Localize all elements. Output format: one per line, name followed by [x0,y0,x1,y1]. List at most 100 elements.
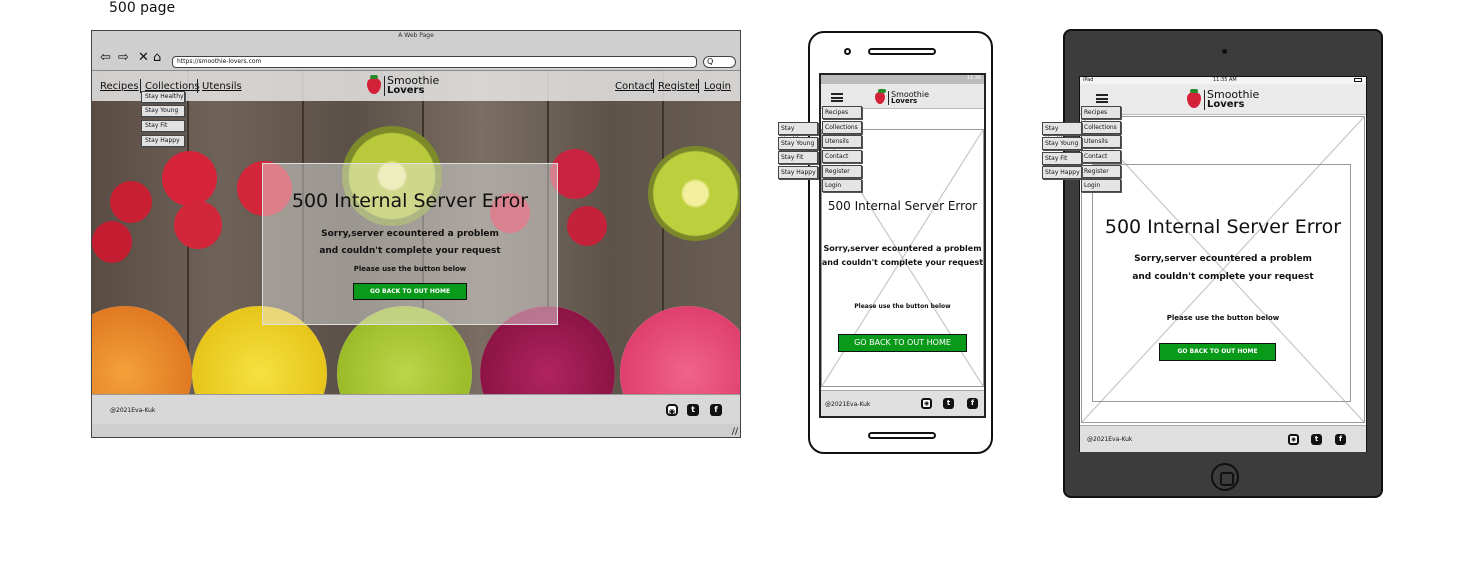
dropdown-stay-healthy[interactable]: Stay Healthy [141,91,185,103]
forward-icon[interactable]: ⇨ [118,51,129,65]
dropdown-stay-happy[interactable]: Stay Happy [141,135,185,147]
instruction-text: Please use the button below [854,303,951,310]
facebook-icon[interactable]: f [967,398,978,409]
hamburger-menu-icon[interactable] [1096,94,1108,103]
tablet-submenu-stay-happy[interactable]: Stay Happy [1042,166,1082,179]
tablet-submenu-stay-young[interactable]: Stay Young [1042,137,1082,150]
phone-menu-utensils[interactable]: Utensils [822,135,862,148]
tablet-mockup: iPad 11:35 AM Smoothie Lovers 500 Interna… [1063,29,1383,498]
instruction-text: Please use the button below [353,265,467,273]
phone-submenu-stay-fit[interactable]: Stay Fit [778,151,818,164]
nav-contact-link[interactable]: Contact [615,81,654,92]
close-icon[interactable]: ✕ [138,51,149,65]
phone-submenu-stay-healthy[interactable]: Stay Healthy [778,122,818,143]
window-title: A Web Page [398,32,434,39]
twitter-icon[interactable]: t [687,404,699,416]
phone-logo[interactable]: Smoothie Lovers [875,89,929,105]
go-home-button[interactable]: GO BACK TO OUT HOME [838,334,967,352]
error-line1: Sorry,server ecountered a problem [321,229,499,239]
home-button-icon[interactable] [1211,463,1239,491]
error-line2: and couldn't complete your request [821,258,984,267]
logo-line2: Lovers [387,85,425,96]
phone-submenu-stay-young[interactable]: Stay Young [778,137,818,150]
error-line1: Sorry,server ecountered a problem [1134,254,1312,264]
home-icon[interactable]: ⌂ [153,51,161,65]
logo-line2: Lovers [1207,99,1245,110]
url-input[interactable]: https://smoothie-lovers.com [172,56,697,68]
battery-icon [1354,78,1362,82]
instagram-icon[interactable]: ◉ [921,398,932,409]
twitter-icon[interactable]: t [943,398,954,409]
phone-menu-collections[interactable]: Collections [822,121,862,134]
site-header: Recipes Collections Utensils Smoothie Lov… [92,71,740,101]
error-line1: Sorry,server ecountered a problem [823,244,982,253]
copyright-text: @2021Eva-Kuk [1087,436,1133,443]
browser-toolbar: ⇦ ⇨ ✕ ⌂ https://smoothie-lovers.com Q [92,41,740,71]
facebook-icon[interactable]: f [710,404,722,416]
strawberry-logo-icon [875,89,886,104]
strawberry-image [110,181,152,223]
instagram-icon[interactable]: ◉ [1288,434,1299,445]
tablet-menu-login[interactable]: Login [1081,179,1121,192]
status-time: 11:35 AM [1213,77,1237,83]
hero-image: Recipes Collections Utensils Smoothie Lov… [92,71,740,394]
error-line2: and couldn't complete your request [1132,272,1314,282]
strawberry-image [162,151,217,206]
back-icon[interactable]: ⇦ [100,51,111,65]
tablet-status-bar: iPad 11:35 AM [1080,77,1366,84]
phone-menu-contact[interactable]: Contact [822,150,862,163]
phone-menu-register[interactable]: Register [822,165,862,178]
phone-footer: @2021Eva-Kuk ◉ t f [821,390,984,416]
strawberry-image [174,201,222,249]
error-panel: 500 Internal Server Error Sorry,server e… [262,163,558,325]
tablet-submenu-stay-healthy[interactable]: Stay Healthy [1042,122,1082,143]
tablet-menu-recipes[interactable]: Recipes [1081,106,1121,119]
nav-login-link[interactable]: Login [704,81,731,92]
error-line2: and couldn't complete your request [319,246,501,256]
tablet-menu-collections[interactable]: Collections [1081,121,1121,134]
instruction-text: Please use the button below [1166,314,1280,322]
phone-bottom-bar [868,432,936,439]
tablet-menu-register[interactable]: Register [1081,165,1121,178]
tablet-menu-contact[interactable]: Contact [1081,150,1121,163]
strawberry-logo-icon [367,75,381,94]
twitter-icon[interactable]: t [1311,434,1322,445]
phone-status-bar: 11:36 [821,75,984,84]
error-title: 500 Internal Server Error [291,190,529,212]
phone-mockup: 11:36 Smoothie Lovers 500 Internal Server… [808,31,993,454]
dropdown-stay-fit[interactable]: Stay Fit [141,120,185,132]
nav-utensils-link[interactable]: Utensils [202,81,242,92]
raspberry-image [567,206,607,246]
resize-handle-icon[interactable]: // [732,427,738,437]
site-logo[interactable]: Smoothie Lovers [367,75,439,96]
instagram-icon[interactable]: ◉ [666,404,678,416]
tablet-logo[interactable]: Smoothie Lovers [1187,89,1259,110]
site-footer: @2021Eva-Kuk ◉ t f [92,394,740,424]
dropdown-stay-young[interactable]: Stay Young [141,105,185,117]
nav-register-link[interactable]: Register [658,81,699,92]
logo-line2: Lovers [891,97,918,105]
go-home-button[interactable]: GO BACK TO OUT HOME [1159,343,1276,361]
phone-menu-recipes[interactable]: Recipes [822,106,862,119]
camera-icon [844,48,851,55]
strawberry-image [92,221,132,263]
pink-smoothie-image [620,306,740,394]
tablet-screen: iPad 11:35 AM Smoothie Lovers 500 Interna… [1079,76,1367,452]
phone-submenu-stay-happy[interactable]: Stay Happy [778,166,818,179]
hamburger-menu-icon[interactable] [831,93,843,102]
phone-menu-login[interactable]: Login [822,179,862,192]
go-home-button[interactable]: GO BACK TO OUT HOME [352,283,468,300]
tablet-menu-utensils[interactable]: Utensils [1081,135,1121,148]
facebook-icon[interactable]: f [1335,434,1346,445]
tablet-submenu-stay-fit[interactable]: Stay Fit [1042,152,1082,165]
camera-icon [1222,49,1227,54]
search-icon[interactable]: Q [703,56,736,68]
tablet-footer: @2021Eva-Kuk ◉ t f [1080,425,1366,452]
copyright-text: @2021Eva-Kuk [825,401,871,408]
nav-recipes-link[interactable]: Recipes [100,81,139,92]
status-left: iPad [1083,77,1094,83]
error-title: 500 Internal Server Error [827,199,978,213]
speaker-icon [868,48,936,55]
copyright-text: @2021Eva-Kuk [110,407,156,414]
desktop-browser-mockup: A Web Page ⇦ ⇨ ✕ ⌂ https://smoothie-love… [91,30,741,438]
